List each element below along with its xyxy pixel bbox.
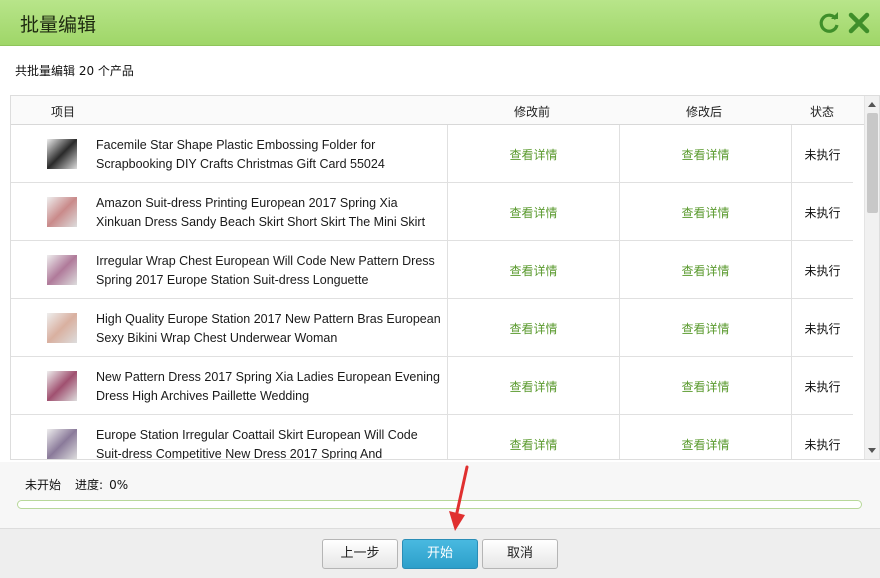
item-cell: Irregular Wrap Chest European Will Code …	[11, 241, 447, 299]
before-cell: 查看详情	[447, 125, 619, 183]
status-text: 未执行	[804, 148, 841, 162]
item-cell: High Quality Europe Station 2017 New Pat…	[11, 299, 447, 357]
progress-bar	[17, 500, 862, 509]
table-header: 项目 修改前 修改后 状态	[11, 96, 865, 125]
scroll-down-arrow-icon[interactable]	[868, 448, 876, 453]
status-cell: 未执行	[791, 241, 853, 299]
after-cell: 查看详情	[619, 183, 791, 241]
table-row: Europe Station Irregular Coattail Skirt …	[11, 415, 853, 460]
status-text: 未执行	[804, 438, 841, 452]
header-before: 修改前	[514, 105, 551, 119]
dialog-title: 批量编辑	[20, 14, 97, 36]
status-text: 未执行	[804, 322, 841, 336]
table-row: New Pattern Dress 2017 Spring Xia Ladies…	[11, 357, 853, 415]
product-thumbnail	[47, 313, 77, 343]
view-details-before-link[interactable]: 查看详情	[448, 320, 619, 337]
red-arrow-icon	[449, 465, 469, 531]
refresh-icon[interactable]	[817, 11, 841, 35]
product-thumbnail	[47, 255, 77, 285]
close-icon[interactable]	[847, 11, 871, 35]
view-details-before-link[interactable]: 查看详情	[448, 204, 619, 221]
item-cell: Facemile Star Shape Plastic Embossing Fo…	[11, 125, 447, 183]
product-thumbnail	[47, 371, 77, 401]
table-body: Facemile Star Shape Plastic Embossing Fo…	[11, 125, 853, 460]
status-text: 未执行	[804, 206, 841, 220]
after-cell: 查看详情	[619, 241, 791, 299]
product-thumbnail	[47, 429, 77, 459]
table-row: Facemile Star Shape Plastic Embossing Fo…	[11, 125, 853, 183]
progress-area: 未开始 进度: 0%	[0, 462, 880, 528]
before-cell: 查看详情	[447, 183, 619, 241]
product-name: Europe Station Irregular Coattail Skirt …	[96, 428, 418, 460]
view-details-before-link[interactable]: 查看详情	[448, 262, 619, 279]
view-details-after-link[interactable]: 查看详情	[620, 204, 791, 221]
start-button[interactable]: 开始	[402, 539, 478, 569]
header-after: 修改后	[686, 105, 723, 119]
status-cell: 未执行	[791, 125, 853, 183]
dialog-footer: 上一步 开始 取消	[0, 528, 880, 578]
after-cell: 查看详情	[619, 415, 791, 459]
before-cell: 查看详情	[447, 415, 619, 459]
after-cell: 查看详情	[619, 357, 791, 415]
view-details-after-link[interactable]: 查看详情	[620, 378, 791, 395]
products-table: 项目 修改前 修改后 状态 Facemile Star Shape Plasti…	[10, 95, 880, 460]
view-details-after-link[interactable]: 查看详情	[620, 146, 791, 163]
status-cell: 未执行	[791, 299, 853, 357]
status-cell: 未执行	[791, 183, 853, 241]
progress-text: 未开始 进度: 0%	[25, 476, 142, 493]
product-name: New Pattern Dress 2017 Spring Xia Ladies…	[96, 370, 440, 403]
product-name: High Quality Europe Station 2017 New Pat…	[96, 312, 441, 345]
item-cell: New Pattern Dress 2017 Spring Xia Ladies…	[11, 357, 447, 415]
before-cell: 查看详情	[447, 299, 619, 357]
view-details-after-link[interactable]: 查看详情	[620, 320, 791, 337]
title-bar: 批量编辑	[0, 0, 880, 46]
item-cell: Europe Station Irregular Coattail Skirt …	[11, 415, 447, 460]
view-details-after-link[interactable]: 查看详情	[620, 262, 791, 279]
table-row: Amazon Suit-dress Printing European 2017…	[11, 183, 853, 241]
after-cell: 查看详情	[619, 299, 791, 357]
previous-step-button[interactable]: 上一步	[322, 539, 398, 569]
view-details-after-link[interactable]: 查看详情	[620, 436, 791, 453]
summary-text: 共批量编辑 20 个产品	[15, 64, 134, 78]
product-name: Facemile Star Shape Plastic Embossing Fo…	[96, 138, 385, 171]
vertical-scrollbar[interactable]	[864, 96, 879, 459]
item-cell: Amazon Suit-dress Printing European 2017…	[11, 183, 447, 241]
status-cell: 未执行	[791, 357, 853, 415]
progress-label: 进度:	[75, 478, 104, 492]
scrollbar-thumb[interactable]	[867, 113, 878, 213]
product-thumbnail	[47, 139, 77, 169]
cancel-button[interactable]: 取消	[482, 539, 558, 569]
view-details-before-link[interactable]: 查看详情	[448, 436, 619, 453]
before-cell: 查看详情	[447, 357, 619, 415]
progress-state: 未开始	[25, 478, 62, 492]
header-status: 状态	[810, 105, 835, 119]
scroll-up-arrow-icon[interactable]	[868, 102, 876, 107]
product-name: Irregular Wrap Chest European Will Code …	[96, 254, 435, 287]
before-cell: 查看详情	[447, 241, 619, 299]
view-details-before-link[interactable]: 查看详情	[448, 146, 619, 163]
progress-value: 0%	[109, 478, 129, 492]
status-text: 未执行	[804, 380, 841, 394]
view-details-before-link[interactable]: 查看详情	[448, 378, 619, 395]
batch-edit-dialog: 批量编辑 共批量编辑 20 个产品 项目 修改前 修改后 状态 Facemile…	[0, 0, 880, 578]
status-text: 未执行	[804, 264, 841, 278]
product-name: Amazon Suit-dress Printing European 2017…	[96, 196, 426, 229]
product-thumbnail	[47, 197, 77, 227]
status-cell: 未执行	[791, 415, 853, 459]
table-row: Irregular Wrap Chest European Will Code …	[11, 241, 853, 299]
header-item: 项目	[51, 105, 76, 119]
after-cell: 查看详情	[619, 125, 791, 183]
table-row: High Quality Europe Station 2017 New Pat…	[11, 299, 853, 357]
